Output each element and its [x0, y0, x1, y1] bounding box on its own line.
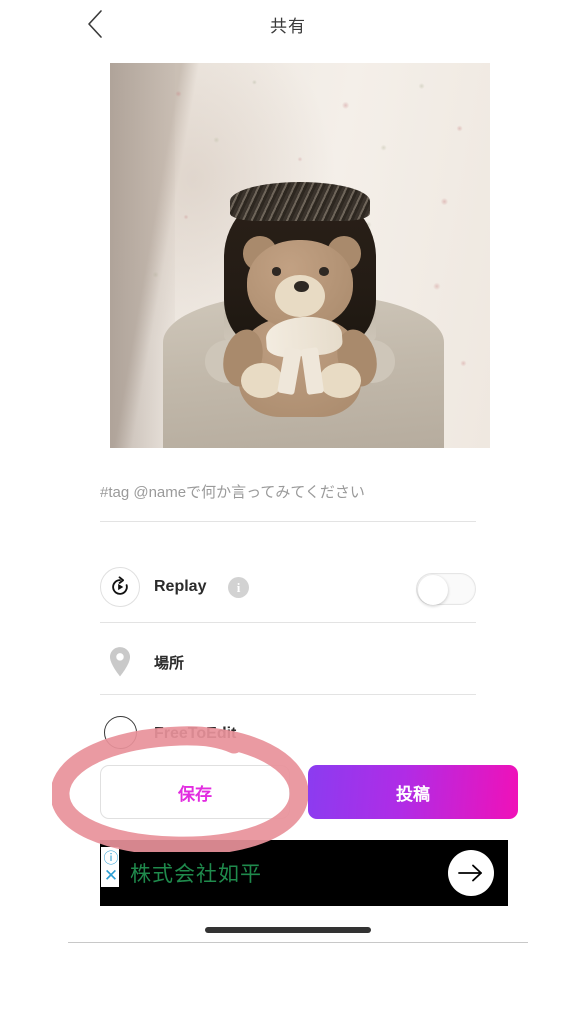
save-button[interactable]: 保存: [100, 765, 290, 819]
ad-close-icon[interactable]: ✕: [102, 866, 120, 885]
replay-toggle[interactable]: [416, 573, 476, 605]
ad-text: 株式会社如平: [130, 863, 262, 886]
replay-icon-wrap: [100, 567, 140, 607]
app-header: 共有: [68, 0, 508, 48]
home-indicator[interactable]: [205, 927, 371, 933]
location-pin-icon: [109, 647, 131, 677]
replay-label: Replay: [154, 578, 207, 595]
bear-paw-left: [241, 363, 283, 398]
freetoedit-label: FreeToEdit: [154, 725, 237, 742]
divider-place: [100, 694, 476, 695]
page-title: 共有: [270, 16, 306, 36]
caption-input[interactable]: #tag @nameで何か言ってみてください: [100, 478, 476, 522]
ad-arrow-button[interactable]: [448, 850, 494, 896]
divider-replay: [100, 622, 476, 623]
bear-eye-right: [319, 267, 329, 276]
replay-glyph: [112, 576, 128, 595]
photo-preview[interactable]: [110, 63, 490, 448]
post-button[interactable]: 投稿: [308, 765, 518, 819]
location-pin-icon-wrap: [100, 642, 140, 682]
bear-paw-right: [319, 363, 361, 398]
freetoedit-checkbox[interactable]: [104, 716, 137, 749]
headband: [229, 182, 371, 221]
ad-banner[interactable]: 株式会社如平 ⓘ ✕: [100, 840, 508, 906]
info-icon[interactable]: i: [228, 577, 249, 598]
ad-info-icon[interactable]: ⓘ: [102, 848, 120, 867]
toggle-knob: [418, 575, 448, 605]
ad-choices-badge[interactable]: ⓘ ✕: [100, 846, 120, 888]
caption-placeholder: #tag @nameで何か言ってみてください: [100, 484, 365, 501]
replay-icon: [100, 567, 140, 607]
share-screen: 共有 #tag @nameで何か言ってみてください Replay i 場所 Fr…: [68, 0, 518, 948]
bear-nose: [293, 280, 309, 293]
option-row-freetoedit[interactable]: FreeToEdit: [100, 702, 476, 764]
place-label: 場所: [154, 654, 185, 672]
screenshot-bottom-rule: [68, 942, 528, 943]
divider-caption: [100, 521, 476, 522]
photo-image: [110, 63, 490, 448]
option-row-replay[interactable]: Replay i: [100, 555, 476, 617]
option-row-place[interactable]: 場所: [100, 630, 476, 692]
arrow-right-icon: [458, 864, 482, 882]
bear-eye-left: [271, 267, 282, 276]
